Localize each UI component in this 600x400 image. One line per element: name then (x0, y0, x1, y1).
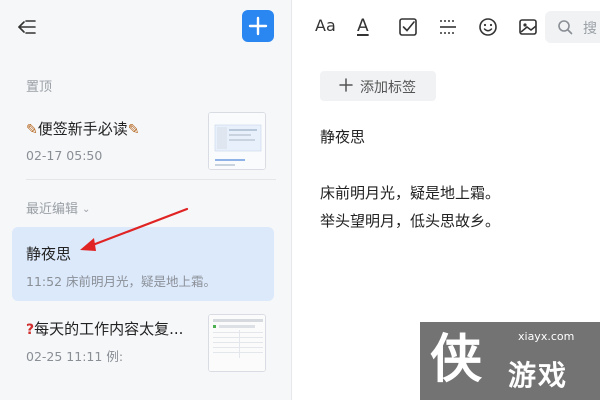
editor-toolbar: Aa A 搜 (293, 0, 600, 56)
notes-sidebar: 置顶 ✎便签新手必读✎ 02-17 05:50 最近编辑 ⌄ 静夜思 11:52… (0, 0, 292, 400)
section-divider (26, 179, 276, 180)
recent-label-text: 最近编辑 (26, 202, 79, 217)
plus-icon (248, 16, 268, 36)
note-item-active[interactable]: 静夜思 11:52 床前明月光，疑是地上霜。 (12, 227, 274, 301)
checkbox-icon[interactable] (397, 16, 419, 38)
note-item-work[interactable]: ?每天的工作内容太复... 02-25 11:11 例: (12, 306, 274, 376)
note-preview: 例: (106, 349, 124, 364)
pinned-section-label: 置顶 (26, 80, 53, 95)
note-preview: 床前明月光，疑是地上霜。 (66, 274, 217, 289)
note-title-text: 每天的工作内容太复... (34, 320, 184, 338)
recent-section-label[interactable]: 最近编辑 ⌄ (26, 198, 90, 217)
add-note-button[interactable] (242, 10, 274, 42)
chevron-down-icon: ⌄ (82, 204, 91, 215)
note-thumbnail (208, 112, 266, 170)
add-tag-label: 添加标签 (360, 80, 416, 96)
note-item-guide[interactable]: ✎便签新手必读✎ 02-17 05:50 (12, 104, 274, 176)
sidebar-header (0, 0, 292, 56)
divider-line-icon[interactable] (437, 16, 459, 38)
wand-icon: ✎ (127, 122, 140, 138)
plus-icon (339, 78, 353, 92)
note-time: 02-25 11:11 (26, 349, 103, 364)
note-time: 02-17 05:50 (26, 148, 103, 163)
font-color-glyph: A (357, 16, 369, 36)
collapse-sidebar-icon[interactable] (14, 14, 40, 40)
wand-icon: ✎ (26, 122, 38, 138)
watermark-site: xiayx.com (518, 330, 575, 343)
font-size-icon[interactable]: Aa (315, 16, 337, 38)
watermark-logo: 侠 (430, 330, 483, 390)
font-size-glyph: Aa (315, 16, 336, 35)
note-meta: 11:52 床前明月光，疑是地上霜。 (26, 271, 216, 290)
site-watermark: 侠 xiayx.com 游戏 (420, 322, 600, 400)
search-placeholder: 搜 (583, 21, 597, 37)
note-title: ✎便签新手必读✎ (26, 118, 206, 139)
note-content-line[interactable]: 举头望明月，低头思故乡。 (320, 210, 500, 231)
emoji-icon[interactable] (477, 16, 499, 38)
note-content-line[interactable]: 床前明月光，疑是地上霜。 (320, 182, 500, 203)
note-content-title[interactable]: 静夜思 (320, 126, 365, 147)
search-icon (558, 20, 573, 35)
note-time: 11:52 (26, 274, 63, 289)
note-title-text: 便签新手必读 (37, 120, 128, 138)
font-color-icon[interactable]: A (357, 16, 379, 38)
note-thumbnail (208, 314, 266, 372)
add-tag-button[interactable]: 添加标签 (320, 71, 436, 101)
note-title: 静夜思 (26, 245, 72, 263)
watermark-name: 游戏 (508, 359, 569, 392)
search-input[interactable]: 搜 (545, 11, 600, 43)
image-icon[interactable] (517, 16, 539, 38)
note-title: ?每天的工作内容太复... (26, 318, 202, 339)
question-mark-icon: ? (26, 322, 35, 338)
note-meta: 02-25 11:11 例: (26, 346, 123, 365)
